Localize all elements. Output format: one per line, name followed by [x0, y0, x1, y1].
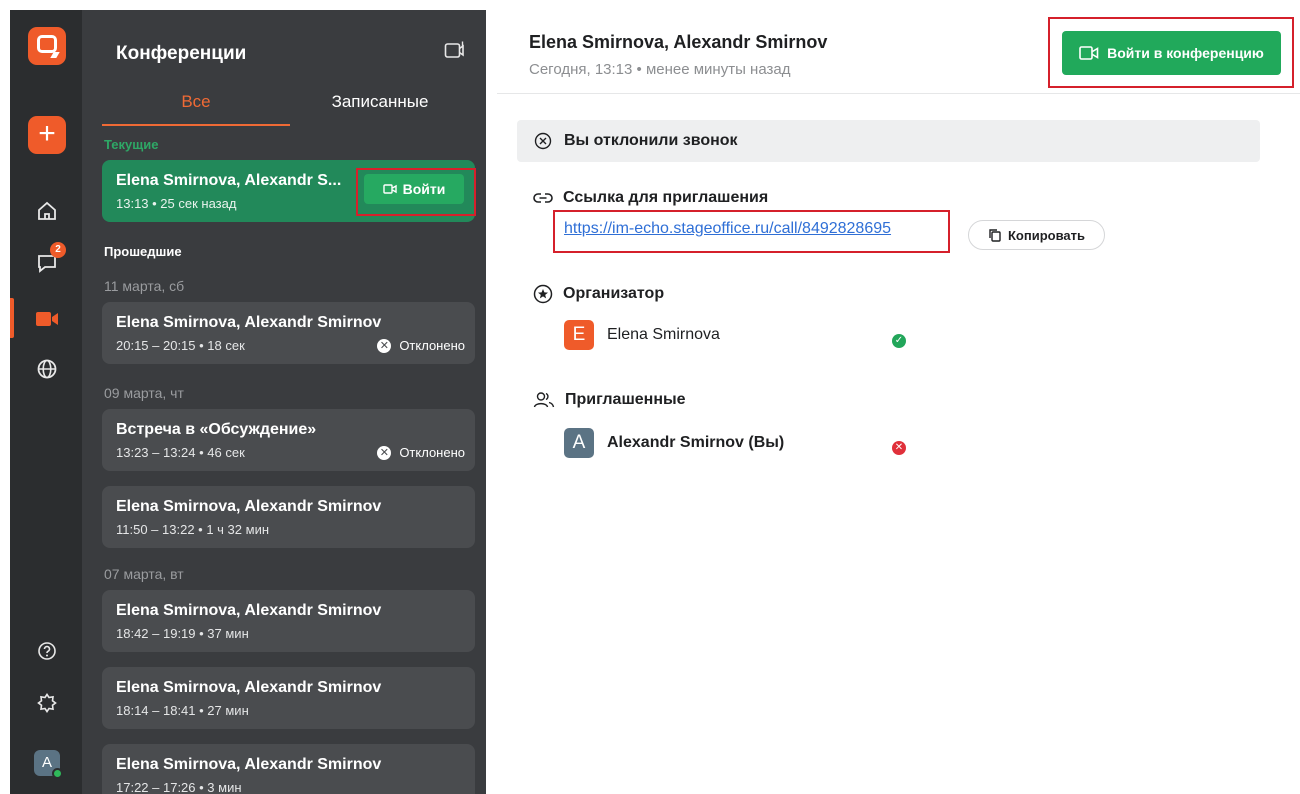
highlight-box [1048, 17, 1294, 88]
chat-icon[interactable]: 2 [32, 242, 66, 278]
accepted-status-icon: ✓ [892, 334, 906, 348]
card-title: Elena Smirnova, Alexandr Smirnov [116, 498, 382, 515]
date-group-label: 07 марта, вт [104, 566, 184, 582]
avatar-letter: A [41, 754, 52, 771]
conference-title: Elena Smirnova, Alexandr Smirnov [529, 32, 828, 52]
conference-card[interactable]: Elena Smirnova, Alexandr Smirnov 17:22 –… [102, 744, 475, 794]
close-circle-icon [534, 132, 552, 150]
status-label: Отклонено [399, 445, 465, 460]
declined-status-icon: ✕ [892, 441, 906, 455]
declined-banner: Вы отклонили звонок [517, 120, 1260, 162]
declined-icon: ✕ [377, 338, 392, 353]
new-conference-icon[interactable] [444, 41, 466, 66]
status-label: Отклонено [399, 338, 465, 353]
invited-heading: Приглашенные [565, 391, 686, 408]
tab-recorded[interactable]: Записанные [290, 88, 470, 126]
panel-title: Конференции [116, 43, 247, 64]
card-subtitle: 18:42 – 19:19 • 37 мин [116, 626, 249, 641]
declined-status: ✕ Отклонено [377, 445, 465, 460]
globe-icon[interactable] [32, 354, 62, 384]
help-icon[interactable] [32, 636, 62, 666]
avatar: E [564, 320, 594, 350]
card-subtitle: 18:14 – 18:41 • 27 мин [116, 703, 249, 718]
conference-list-panel: Конференции Все Записанные Текущие Elena… [82, 10, 486, 794]
card-subtitle: 17:22 – 17:26 • 3 мин [116, 780, 242, 794]
card-title: Elena Smirnova, Alexandr Smirnov [116, 756, 382, 773]
plus-icon[interactable]: + [28, 116, 66, 154]
card-subtitle: 11:50 – 13:22 • 1 ч 32 мин [116, 522, 270, 537]
conference-subtitle: Сегодня, 13:13 • менее минуты назад [529, 61, 791, 78]
highlight-box [356, 168, 476, 216]
left-rail: + 2 A [10, 10, 82, 794]
card-subtitle: 13:13 • 25 сек назад [116, 196, 237, 211]
past-section-label: Прошедшие [104, 244, 182, 259]
conference-card[interactable]: Elena Smirnova, Alexandr Smirnov 18:42 –… [102, 590, 475, 652]
date-group-label: 11 марта, сб [104, 278, 185, 294]
declined-status: ✕ Отклонено [377, 338, 465, 353]
card-title: Elena Smirnova, Alexandr S... [116, 172, 342, 189]
organizer-heading: Организатор [563, 285, 665, 302]
card-subtitle: 20:15 – 20:15 • 18 сек [116, 338, 245, 353]
conference-card[interactable]: Встреча в «Обсуждение» 13:23 – 13:24 • 4… [102, 409, 475, 471]
organizer-name: Elena Smirnova [607, 326, 720, 343]
card-subtitle: 13:23 – 13:24 • 46 сек [116, 445, 245, 460]
conference-card[interactable]: Elena Smirnova, Alexandr Smirnov 11:50 –… [102, 486, 475, 548]
tab-all[interactable]: Все [102, 88, 290, 126]
invited-section-heading: Приглашенные [533, 391, 686, 409]
copy-button[interactable]: Копировать [968, 220, 1105, 250]
online-status-dot [52, 768, 63, 779]
tab-bar: Все Записанные [82, 88, 486, 126]
card-title: Elena Smirnova, Alexandr Smirnov [116, 679, 382, 696]
invited-row: A Alexandr Smirnov (Вы) [564, 428, 784, 458]
card-title: Встреча в «Обсуждение» [116, 421, 317, 438]
invited-name: Alexandr Smirnov (Вы) [607, 434, 785, 451]
card-title: Elena Smirnova, Alexandr Smirnov [116, 314, 382, 331]
highlight-box [553, 210, 950, 253]
user-avatar[interactable]: A [34, 750, 63, 779]
active-indicator [10, 298, 14, 338]
conference-card[interactable]: Elena Smirnova, Alexandr Smirnov 18:14 –… [102, 667, 475, 729]
date-group-label: 09 марта, чт [104, 385, 184, 401]
organizer-section-heading: Организатор [533, 284, 664, 304]
declined-icon: ✕ [377, 445, 392, 460]
unread-badge: 2 [50, 242, 66, 258]
people-icon [533, 392, 555, 408]
copy-icon [989, 229, 1001, 242]
video-icon[interactable] [32, 304, 62, 334]
invite-section-heading: Ссылка для приглашения [533, 189, 768, 207]
header-divider [497, 93, 1300, 94]
current-section-label: Текущие [104, 137, 159, 152]
link-icon [533, 193, 553, 203]
app-logo-icon[interactable] [28, 27, 66, 65]
copy-label: Копировать [1007, 227, 1085, 243]
invite-heading: Ссылка для приглашения [563, 189, 769, 206]
organizer-row: E Elena Smirnova [564, 320, 720, 350]
avatar: A [564, 428, 594, 458]
settings-icon[interactable] [32, 688, 62, 718]
conference-card[interactable]: Elena Smirnova, Alexandr Smirnov 20:15 –… [102, 302, 475, 364]
card-title: Elena Smirnova, Alexandr Smirnov [116, 602, 382, 619]
home-icon[interactable] [32, 196, 62, 226]
declined-text: Вы отклонили звонок [564, 132, 738, 149]
star-circle-icon [533, 284, 553, 304]
